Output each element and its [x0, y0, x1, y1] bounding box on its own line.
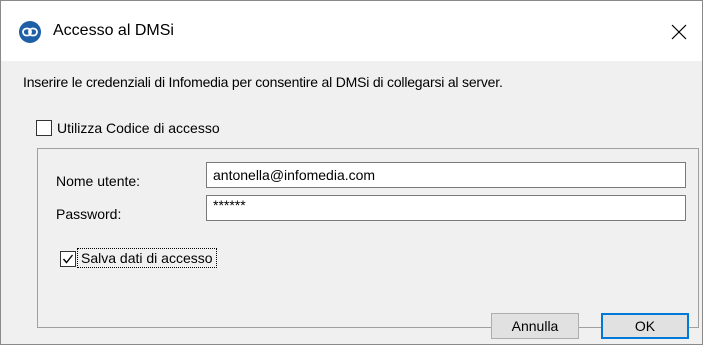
password-value: ****** — [213, 197, 246, 213]
cancel-button[interactable]: Annulla — [491, 313, 579, 339]
ok-button[interactable]: OK — [601, 313, 689, 339]
use-code-label[interactable]: Utilizza Codice di accesso — [57, 119, 220, 137]
infomedia-link-icon — [19, 21, 41, 43]
title-bar[interactable]: Accesso al DMSi — [1, 1, 702, 61]
checkmark-icon — [62, 254, 74, 264]
save-credentials-label[interactable]: Salva dati di accesso — [77, 248, 217, 268]
intro-text: Inserire le credenziali di Infomedia per… — [23, 74, 503, 90]
dialog-body: Inserire le credenziali di Infomedia per… — [1, 61, 702, 344]
password-field[interactable]: ****** — [206, 195, 686, 221]
username-label: Nome utente: — [56, 173, 141, 189]
use-code-checkbox[interactable] — [36, 120, 52, 136]
close-icon — [671, 24, 687, 40]
password-label: Password: — [56, 206, 122, 222]
save-credentials-checkbox[interactable] — [60, 251, 76, 267]
close-button[interactable] — [656, 1, 702, 61]
username-field[interactable]: antonella@infomedia.com — [206, 162, 686, 188]
username-value: antonella@infomedia.com — [213, 167, 376, 183]
dialog-window: Accesso al DMSi Inserire le credenziali … — [0, 0, 703, 345]
window-title: Accesso al DMSi — [53, 22, 174, 39]
credentials-group: Nome utente: antonella@infomedia.com Pas… — [37, 148, 699, 328]
